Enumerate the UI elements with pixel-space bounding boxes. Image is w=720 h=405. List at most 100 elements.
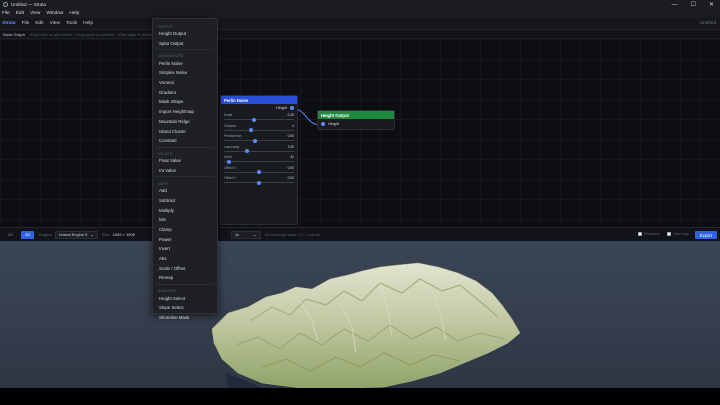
view-3d-button[interactable]: 3D xyxy=(21,230,35,239)
slider-thumb[interactable] xyxy=(226,159,231,164)
menu-item[interactable]: Island Cluster xyxy=(153,126,217,136)
menu-item[interactable]: Float Value xyxy=(153,156,217,166)
wireframe-toggle[interactable]: Wireframe xyxy=(638,232,660,236)
terrain-mesh xyxy=(211,262,521,388)
menu-item[interactable]: Abs xyxy=(153,254,217,264)
param-value[interactable]: 4 xyxy=(292,124,294,128)
app-brand: Strata xyxy=(2,21,16,26)
output-port[interactable] xyxy=(290,106,294,110)
chevron-down-icon: ⌄ xyxy=(253,232,257,237)
menu-view[interactable]: View xyxy=(30,11,40,16)
slider-thumb[interactable] xyxy=(251,117,256,122)
node-graph-canvas[interactable]: Perlin Noise Height Scale 0.25 Octaves 4 Per… xyxy=(0,39,720,227)
window-controls: — ☐ ✕ xyxy=(672,0,714,9)
menu-item[interactable]: Remap xyxy=(153,273,217,283)
size-value: 1009 × 1009 xyxy=(112,232,135,237)
engine-label: Engine xyxy=(39,232,52,237)
param-row[interactable]: Persistence 0.50 xyxy=(221,133,297,144)
param-row[interactable]: Offset Y 0.00 xyxy=(221,175,297,186)
menu-item[interactable]: Invert xyxy=(153,244,217,254)
param-value[interactable]: 0.25 xyxy=(288,113,294,117)
menu-item[interactable]: Multiply xyxy=(153,205,217,215)
param-value[interactable]: 0.50 xyxy=(288,134,294,138)
menu-item[interactable]: Simplex Noise xyxy=(153,68,217,78)
slider-track[interactable] xyxy=(224,129,294,131)
menu-item[interactable]: Add xyxy=(153,186,217,196)
menu-file[interactable]: File xyxy=(2,11,10,16)
param-value[interactable]: 2.00 xyxy=(288,145,294,149)
slider-thumb[interactable] xyxy=(257,170,261,174)
menu-item[interactable]: Shoreline Mask xyxy=(153,313,217,323)
colormap-toggle[interactable]: Color map xyxy=(667,232,689,236)
param-row[interactable]: Seed 42 xyxy=(221,154,297,165)
menu-item[interactable]: Import Heightmap xyxy=(153,107,217,117)
slider-thumb[interactable] xyxy=(245,149,250,153)
engine-value: Unreal Engine 5 xyxy=(58,232,88,237)
toolbar-edit[interactable]: Edit xyxy=(35,21,43,26)
menu-item[interactable]: Mask Shape xyxy=(153,97,217,107)
toolbar-view[interactable]: View xyxy=(50,21,60,26)
menu-item[interactable]: Perlin Noise xyxy=(153,58,217,68)
param-value[interactable]: 42 xyxy=(290,155,294,159)
minimize-icon[interactable]: — xyxy=(672,2,678,8)
param-value[interactable]: 0.00 xyxy=(288,176,294,180)
param-label: Scale xyxy=(224,113,233,117)
param-value[interactable]: 0.00 xyxy=(288,166,294,170)
terrain-3d-viewport[interactable] xyxy=(0,241,720,388)
maximize-icon[interactable]: ☐ xyxy=(691,1,696,8)
view-2d-button[interactable]: 2D xyxy=(4,231,17,239)
menu-item[interactable]: Clamp xyxy=(153,225,217,235)
menu-window[interactable]: Window xyxy=(46,11,63,16)
engine-select[interactable]: Unreal Engine 5 ⌄ xyxy=(54,230,98,239)
slider-thumb[interactable] xyxy=(249,128,254,132)
param-row[interactable]: Scale 0.25 xyxy=(221,112,297,123)
close-icon[interactable]: ✕ xyxy=(709,1,714,8)
param-label: Offset Y xyxy=(224,176,236,180)
toolbar-tools[interactable]: Tools xyxy=(66,21,77,26)
menu-item[interactable]: Scale / Offset xyxy=(153,263,217,273)
slider-thumb[interactable] xyxy=(257,180,261,185)
slider-track[interactable] xyxy=(224,119,294,120)
toolbar-file[interactable]: File xyxy=(22,21,30,26)
param-row[interactable]: Offset X 0.00 xyxy=(221,165,297,176)
param-row[interactable]: Octaves 4 xyxy=(221,123,297,134)
app-toolbar: Strata File Edit View Tools Help Untitle… xyxy=(0,18,720,30)
perlin-noise-node[interactable]: Perlin Noise Height Scale 0.25 Octaves 4 Per… xyxy=(220,95,298,225)
graph-title: Node Graph xyxy=(3,31,25,37)
menu-item[interactable]: Height Select xyxy=(153,293,217,303)
menu-item[interactable]: Gradient xyxy=(153,87,217,97)
param-label: Offset X xyxy=(224,165,236,170)
menu-item[interactable]: Constant xyxy=(153,136,217,146)
menu-divider xyxy=(156,176,214,178)
menu-item[interactable]: Slope Select xyxy=(153,303,217,313)
height-output-node[interactable]: Height Output Height xyxy=(317,110,395,130)
zoom-value: 1x xyxy=(234,232,240,237)
scale-info: UE landscape scale: 1.0 · 1 per vtx xyxy=(264,232,321,237)
menu-item[interactable]: Mix xyxy=(153,215,217,225)
slider-thumb[interactable] xyxy=(253,138,258,143)
param-label: Octaves xyxy=(224,123,237,128)
menu-edit[interactable]: Edit xyxy=(16,11,24,16)
slider-track[interactable] xyxy=(224,161,294,162)
export-button[interactable]: Export xyxy=(694,231,717,239)
menu-item[interactable]: Voronoi xyxy=(153,78,217,88)
menu-item[interactable]: Height Output xyxy=(153,29,217,39)
taskbar-strip xyxy=(0,388,720,405)
menu-item[interactable]: Subtract xyxy=(153,196,217,206)
menu-help[interactable]: Help xyxy=(69,11,79,16)
slider-track[interactable] xyxy=(224,150,294,152)
connection-layer xyxy=(293,108,322,126)
menu-item[interactable]: Int Value xyxy=(153,166,217,176)
toolbar-help[interactable]: Help xyxy=(83,21,93,26)
checkbox[interactable] xyxy=(667,232,671,236)
param-row[interactable]: Lacunarity 2.00 xyxy=(221,144,297,155)
menu-section-title: MATH xyxy=(158,181,169,186)
node-title: Perlin Noise xyxy=(221,96,297,104)
zoom-select[interactable]: 1x ⌄ xyxy=(230,230,261,239)
input-port[interactable] xyxy=(321,122,325,126)
checkbox[interactable] xyxy=(638,232,642,236)
menu-item[interactable]: Splat Output xyxy=(153,38,217,48)
slider-track[interactable] xyxy=(224,140,294,141)
menu-item[interactable]: Mountain Ridge xyxy=(153,117,217,127)
menu-item[interactable]: Power xyxy=(153,234,217,244)
